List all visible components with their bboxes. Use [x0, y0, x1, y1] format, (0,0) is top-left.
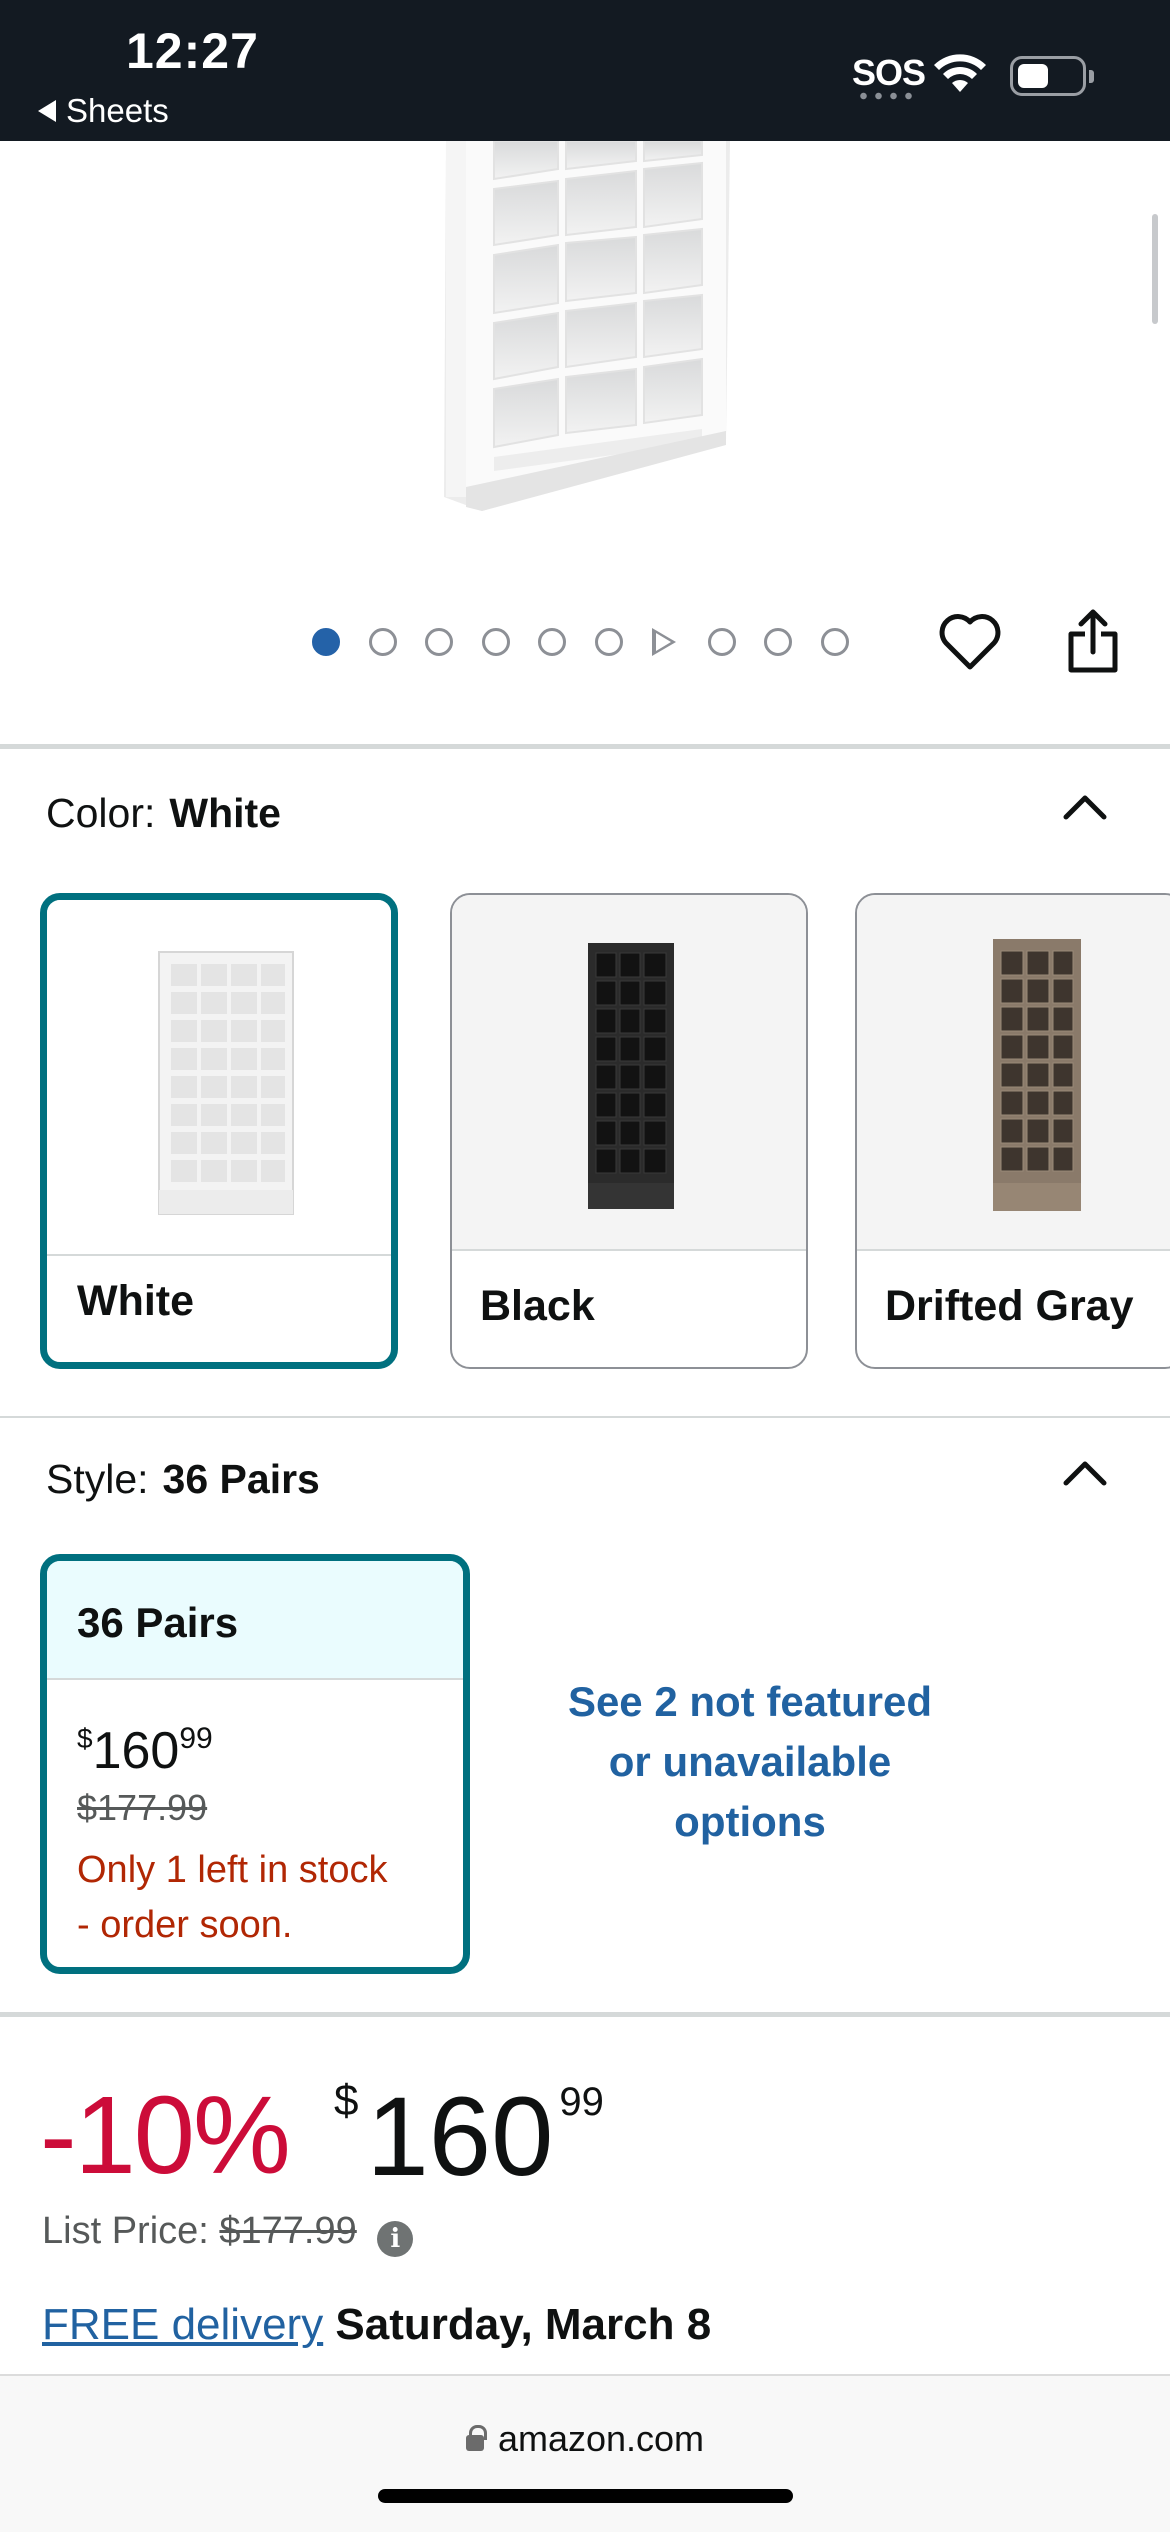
pager-dot[interactable] — [820, 628, 849, 656]
swatch-image — [47, 900, 391, 1256]
status-bar: 12:27 Sheets SOS — [0, 0, 1170, 141]
style-selected-value: 36 Pairs — [162, 1456, 320, 1502]
style-option-was-price: $177.99 — [77, 1787, 208, 1828]
list-price-label: List Price: — [42, 2210, 209, 2252]
pager-dot[interactable] — [425, 628, 454, 656]
share-icon[interactable] — [1065, 608, 1121, 674]
color-swatch-white[interactable]: White — [40, 893, 398, 1369]
info-icon[interactable]: i — [377, 2221, 414, 2257]
lock-icon — [465, 2425, 487, 2451]
style-label: Style: 36 Pairs — [46, 1456, 320, 1503]
url-display[interactable]: amazon.com — [0, 2418, 1170, 2460]
current-price: $160 99 — [334, 2074, 604, 2199]
swatch-image — [452, 895, 806, 1251]
style-label-text: Style: — [46, 1456, 149, 1502]
pager-dot[interactable] — [594, 628, 623, 656]
browser-url-bar[interactable]: amazon.com — [0, 2374, 1170, 2532]
section-divider — [0, 2012, 1170, 2017]
swatch-label: Drifted Gray — [885, 1282, 1134, 1330]
color-swatch-drifted-gray[interactable]: Drifted Gray — [855, 893, 1170, 1369]
delivery-info: FREE delivery Saturday, March 8 — [42, 2300, 711, 2350]
white-cabinet-thumbnail — [158, 951, 294, 1215]
video-play-icon[interactable] — [651, 628, 676, 656]
product-image[interactable] — [440, 141, 730, 511]
list-price-value: $177.99 — [219, 2210, 357, 2252]
image-pager[interactable] — [312, 628, 877, 656]
gray-cabinet-thumbnail — [993, 939, 1081, 1211]
pager-dot[interactable] — [707, 628, 736, 656]
back-to-app-button[interactable]: Sheets — [38, 92, 169, 130]
signal-dots-icon — [856, 92, 916, 100]
style-option-title: 36 Pairs — [47, 1561, 463, 1680]
color-swatch-black[interactable]: Black — [450, 893, 808, 1369]
delivery-date: Saturday, March 8 — [335, 2300, 712, 2349]
style-option-36-pairs[interactable]: 36 Pairs $16099 $177.99 Only 1 left in s… — [40, 1554, 470, 1974]
section-divider — [0, 1416, 1170, 1418]
color-label: Color: White — [46, 790, 281, 837]
pager-dot[interactable] — [764, 628, 793, 656]
style-option-price: $16099 — [77, 1722, 213, 1780]
black-cabinet-thumbnail — [588, 943, 674, 1209]
sos-indicator: SOS — [852, 52, 926, 93]
chevron-up-icon[interactable] — [1062, 1458, 1108, 1488]
home-indicator[interactable] — [378, 2489, 793, 2503]
pager-dot[interactable] — [312, 628, 340, 656]
color-selected-value: White — [169, 790, 281, 836]
status-time: 12:27 — [126, 23, 259, 79]
see-unavailable-options-link[interactable]: See 2 not featured or unavailable option… — [530, 1672, 970, 1852]
pager-dot[interactable] — [538, 628, 567, 656]
color-label-text: Color: — [46, 790, 156, 836]
url-domain: amazon.com — [497, 2418, 705, 2459]
pager-dot[interactable] — [481, 628, 510, 656]
free-delivery-link[interactable]: FREE delivery — [42, 2300, 323, 2349]
swatch-image — [857, 895, 1170, 1251]
battery-icon — [1010, 56, 1094, 96]
chevron-up-icon[interactable] — [1062, 792, 1108, 822]
wifi-icon — [934, 54, 986, 92]
section-divider — [0, 744, 1170, 749]
swatch-label: Black — [480, 1282, 595, 1330]
scroll-indicator[interactable] — [1152, 214, 1158, 324]
discount-percent: -10% — [40, 2074, 291, 2197]
back-arrow-icon — [38, 100, 56, 122]
swatch-label: White — [77, 1277, 195, 1325]
list-price: List Price: $177.99 i — [42, 2210, 414, 2257]
pager-dot[interactable] — [368, 628, 397, 656]
back-app-label: Sheets — [66, 92, 169, 129]
stock-warning: Only 1 left in stock - order soon. — [77, 1849, 388, 1946]
heart-icon[interactable] — [938, 612, 1002, 672]
